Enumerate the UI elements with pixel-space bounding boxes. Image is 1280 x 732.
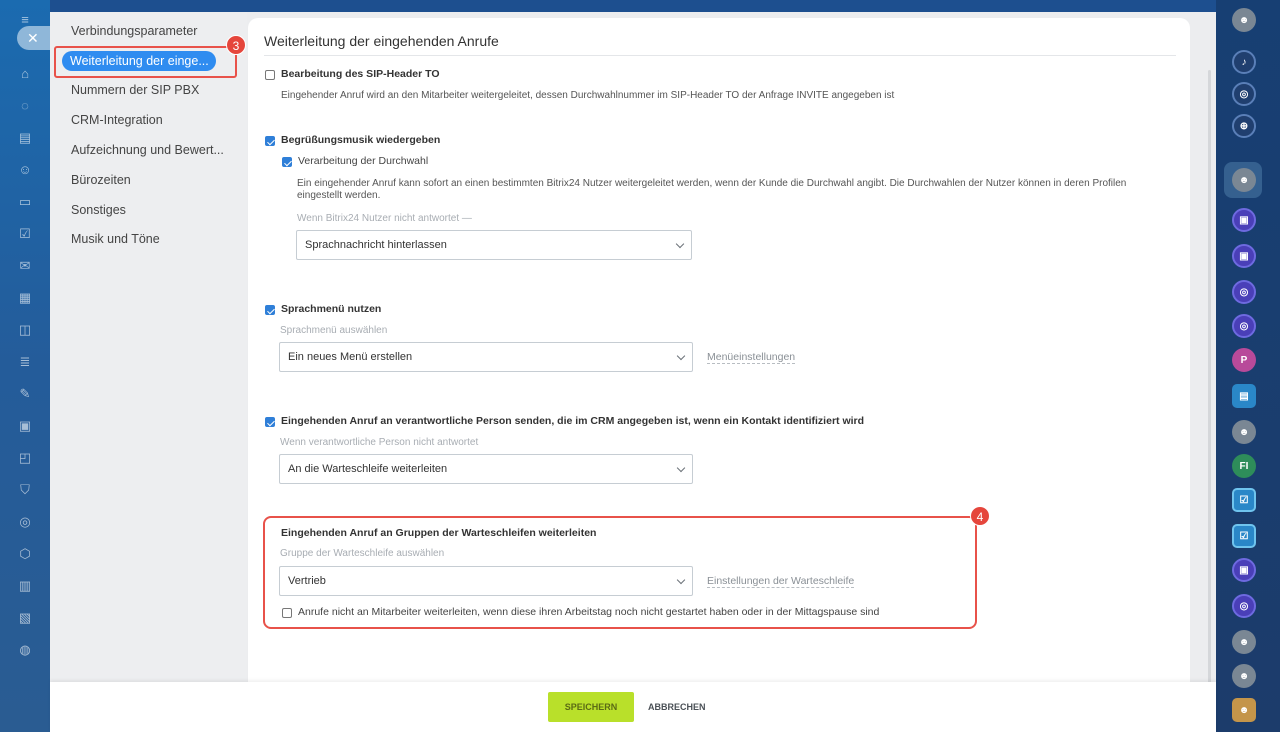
extension-hint: Wenn Bitrix24 Nutzer nicht antwortet — bbox=[297, 213, 472, 224]
analytics-icon[interactable]: ▥ bbox=[17, 578, 33, 594]
queue-group-value: Vertrieb bbox=[288, 575, 326, 587]
chevron-down-icon bbox=[676, 351, 686, 361]
settings-icon[interactable]: ◍ bbox=[17, 642, 33, 658]
user-avatar[interactable]: ☻ bbox=[1232, 8, 1256, 32]
sidebar-item-recording[interactable]: Aufzeichnung und Bewert... bbox=[71, 143, 224, 157]
contact-avatar[interactable]: ☻ bbox=[1232, 664, 1256, 688]
tasks-icon[interactable]: ☑ bbox=[17, 226, 33, 242]
group-chat-icon[interactable]: ▣ bbox=[1232, 208, 1256, 232]
title-divider bbox=[264, 55, 1176, 56]
bell-icon[interactable]: ♪ bbox=[1232, 50, 1256, 74]
save-button[interactable]: SPEICHERN bbox=[548, 692, 634, 722]
crm-checkbox[interactable] bbox=[265, 417, 275, 427]
queue-label: Eingehenden Anruf an Gruppen der Wartesc… bbox=[281, 527, 597, 539]
automation-icon[interactable]: ⬡ bbox=[17, 546, 33, 562]
queue-option-label: Anrufe nicht an Mitarbeiter weiterleiten… bbox=[298, 606, 880, 618]
footer-bar: SPEICHERN ABBRECHEN bbox=[50, 682, 1216, 732]
chat-icon[interactable]: ▤ bbox=[1232, 384, 1256, 408]
openline-icon[interactable]: ◎ bbox=[1232, 314, 1256, 338]
crm-fallback-select[interactable]: An die Warteschleife weiterleiten bbox=[279, 454, 693, 484]
ivr-settings-link[interactable]: Menüeinstellungen bbox=[707, 351, 796, 364]
cancel-button[interactable]: ABBRECHEN bbox=[648, 692, 706, 722]
group-chat-icon[interactable]: ▣ bbox=[1232, 244, 1256, 268]
sidebar-item-music[interactable]: Musik und Töne bbox=[71, 232, 160, 246]
extension-label: Verarbeitung der Durchwahl bbox=[298, 155, 429, 167]
ivr-select[interactable]: Ein neues Menü erstellen bbox=[279, 342, 693, 372]
page-title: Weiterleitung der eingehenden Anrufe bbox=[264, 33, 499, 49]
calendar-icon[interactable]: ▦ bbox=[17, 290, 33, 306]
home-icon[interactable]: ⌂ bbox=[17, 66, 33, 82]
contact-avatar[interactable]: ☻ bbox=[1232, 698, 1256, 722]
extension-fallback-value: Sprachnachricht hinterlassen bbox=[305, 239, 447, 251]
greeting-label: Begrüßungsmusik wiedergeben bbox=[281, 134, 441, 146]
contacts-icon[interactable]: ☺ bbox=[17, 162, 33, 178]
chevron-down-icon bbox=[676, 463, 686, 473]
drive-icon[interactable]: ▭ bbox=[17, 194, 33, 210]
contact-avatar[interactable]: ☻ bbox=[1232, 630, 1256, 654]
apps-icon[interactable]: ▧ bbox=[17, 610, 33, 626]
extension-fallback-select[interactable]: Sprachnachricht hinterlassen bbox=[296, 230, 692, 260]
document-icon[interactable]: ▤ bbox=[17, 130, 33, 146]
contact-avatar[interactable]: FI bbox=[1232, 454, 1256, 478]
contact-avatar[interactable]: P bbox=[1232, 348, 1256, 372]
settings-panel: Verbindungsparameter Weiterleitung der e… bbox=[50, 12, 1216, 732]
sign-icon[interactable]: ✎ bbox=[17, 386, 33, 402]
sidebar-item-other[interactable]: Sonstiges bbox=[71, 203, 126, 217]
scrollbar[interactable] bbox=[1208, 70, 1211, 690]
filter-icon[interactable]: ≣ bbox=[17, 354, 33, 370]
queue-group-select[interactable]: Vertrieb bbox=[279, 566, 693, 596]
chevron-down-icon bbox=[676, 575, 686, 585]
shop-icon[interactable]: ⛉ bbox=[17, 482, 33, 498]
sip-header-checkbox[interactable] bbox=[265, 70, 275, 80]
extension-checkbox[interactable] bbox=[282, 157, 292, 167]
search-icon[interactable]: ⊕ bbox=[1232, 114, 1256, 138]
mail-icon[interactable]: ✉ bbox=[17, 258, 33, 274]
sidebar-item-office-hours[interactable]: Bürozeiten bbox=[71, 173, 131, 187]
group-chat-icon[interactable]: ▣ bbox=[1232, 558, 1256, 582]
ivr-hint: Sprachmenü auswählen bbox=[280, 325, 388, 336]
left-navigation-rail: ≡ ⌂ ◌ ▤ ☺ ▭ ☑ ✉ ▦ ◫ ≣ ✎ ▣ ◰ ⛉ ◎ ⬡ ▥ ▧ ◍ bbox=[0, 0, 50, 732]
marketing-icon[interactable]: ◎ bbox=[17, 514, 33, 530]
queue-option-checkbox[interactable] bbox=[282, 608, 292, 618]
sip-header-label: Bearbeitung des SIP-Header TO bbox=[281, 68, 440, 80]
chat-icon[interactable]: ◫ bbox=[17, 322, 33, 338]
settings-sidebar: Verbindungsparameter Weiterleitung der e… bbox=[50, 12, 247, 682]
contact-avatar[interactable]: ☻ bbox=[1232, 168, 1256, 192]
contact-avatar[interactable]: ☻ bbox=[1232, 420, 1256, 444]
queue-settings-link[interactable]: Einstellungen der Warteschleife bbox=[707, 575, 855, 588]
sidebar-item-forwarding[interactable]: Weiterleitung der einge... bbox=[62, 51, 216, 71]
sip-header-description: Eingehender Anruf wird an den Mitarbeite… bbox=[281, 90, 895, 101]
feed-icon[interactable]: ◌ bbox=[17, 98, 33, 114]
task-chat-icon[interactable]: ☑ bbox=[1232, 488, 1256, 512]
ivr-label: Sprachmenü nutzen bbox=[281, 303, 382, 315]
greeting-checkbox[interactable] bbox=[265, 136, 275, 146]
crm-fallback-value: An die Warteschleife weiterleiten bbox=[288, 463, 448, 475]
sidebar-item-connection[interactable]: Verbindungsparameter bbox=[71, 24, 197, 38]
openline-icon[interactable]: ◎ bbox=[1232, 280, 1256, 304]
sites-icon[interactable]: ◰ bbox=[17, 450, 33, 466]
crm-hint: Wenn verantwortliche Person nicht antwor… bbox=[280, 437, 479, 448]
sidebar-item-crm[interactable]: CRM-Integration bbox=[71, 113, 163, 127]
ivr-checkbox[interactable] bbox=[265, 305, 275, 315]
chevron-down-icon bbox=[675, 239, 685, 249]
step-badge-4: 4 bbox=[970, 506, 990, 526]
sidebar-item-sip-numbers[interactable]: Nummern der SIP PBX bbox=[71, 83, 199, 97]
step-badge-3: 3 bbox=[226, 35, 246, 55]
openline-icon[interactable]: ◎ bbox=[1232, 594, 1256, 618]
queue-hint: Gruppe der Warteschleife auswählen bbox=[280, 548, 445, 559]
task-chat-icon[interactable]: ☑ bbox=[1232, 524, 1256, 548]
call-icon[interactable]: ◎ bbox=[1232, 82, 1256, 106]
extension-description: Ein eingehender Anruf kann sofort an ein… bbox=[297, 178, 1127, 201]
inventory-icon[interactable]: ▣ bbox=[17, 418, 33, 434]
ivr-select-value: Ein neues Menü erstellen bbox=[288, 351, 413, 363]
crm-label: Eingehenden Anruf an verantwortliche Per… bbox=[281, 415, 865, 427]
